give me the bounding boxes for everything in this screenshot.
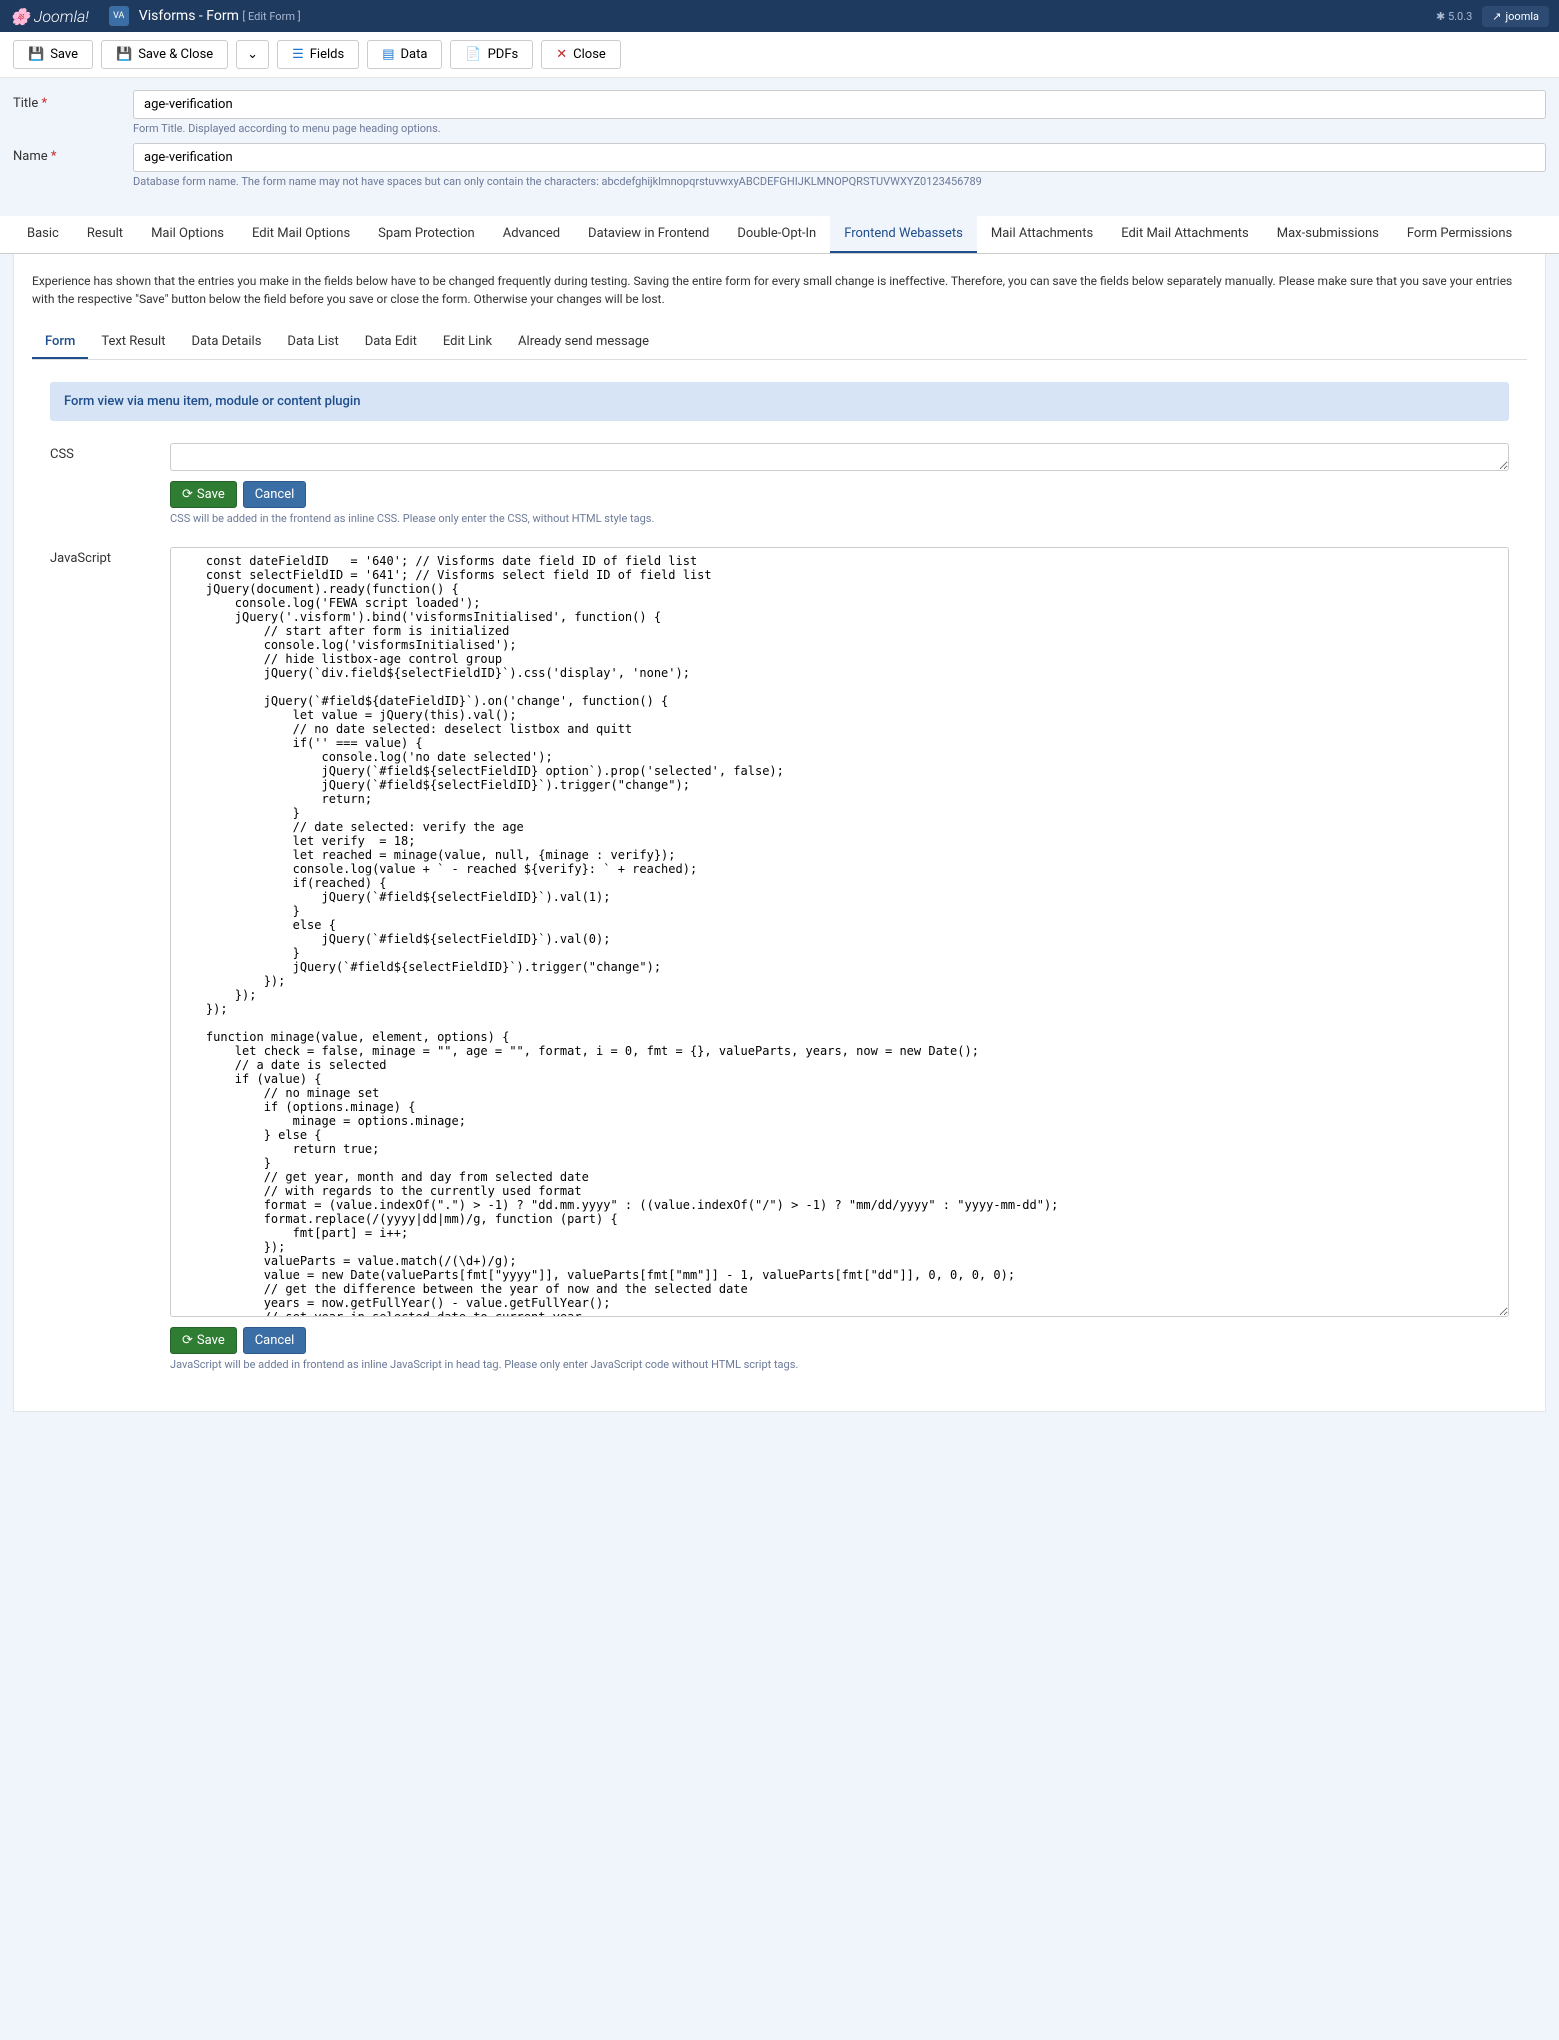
main-tab-form-permissions[interactable]: Form Permissions: [1393, 216, 1526, 253]
header-bar: 🌸 Joomla! VA Visforms - Form [ Edit Form…: [0, 0, 1559, 32]
chevron-down-icon: ⌄: [247, 47, 258, 62]
joomla-logo: 🌸 Joomla!: [10, 7, 89, 26]
css-save-button[interactable]: ⟳Save: [170, 481, 237, 508]
title-label: Title *: [13, 90, 133, 111]
main-tab-mail-options[interactable]: Mail Options: [137, 216, 238, 253]
refresh-icon: ⟳: [182, 1333, 193, 1348]
sub-tab-data-list[interactable]: Data List: [274, 326, 351, 359]
js-cancel-button[interactable]: Cancel: [243, 1327, 307, 1354]
version-label: ✱ 5.0.3: [1436, 10, 1472, 23]
css-textarea[interactable]: [170, 443, 1509, 471]
main-tab-result[interactable]: Result: [73, 216, 137, 253]
js-textarea[interactable]: [170, 547, 1509, 1317]
save-close-button[interactable]: 💾Save & Close: [101, 40, 228, 69]
main-tab-edit-mail-options[interactable]: Edit Mail Options: [238, 216, 364, 253]
css-cancel-button[interactable]: Cancel: [243, 481, 307, 508]
notice-text: Experience has shown that the entries yo…: [32, 272, 1527, 308]
sub-tabs: FormText ResultData DetailsData ListData…: [32, 326, 1527, 360]
sub-tab-data-details[interactable]: Data Details: [178, 326, 274, 359]
user-menu[interactable]: ↗ joomla: [1482, 6, 1549, 27]
sub-tab-already-send-message[interactable]: Already send message: [505, 326, 662, 359]
save-dropdown[interactable]: ⌄: [236, 40, 269, 69]
js-label: JavaScript: [50, 547, 170, 1371]
save-icon: 💾: [28, 47, 44, 62]
sub-tab-form[interactable]: Form: [32, 326, 88, 359]
pdfs-button[interactable]: 📄PDFs: [450, 40, 533, 69]
main-tab-edit-mail-attachments[interactable]: Edit Mail Attachments: [1107, 216, 1263, 253]
main-tab-advanced[interactable]: Advanced: [489, 216, 574, 253]
title-input[interactable]: [133, 90, 1546, 119]
js-help: JavaScript will be added in frontend as …: [170, 1358, 1509, 1371]
main-tab-spam-protection[interactable]: Spam Protection: [364, 216, 489, 253]
close-icon: ✕: [556, 47, 567, 62]
list-icon: ☰: [292, 47, 304, 62]
sub-tab-data-edit[interactable]: Data Edit: [352, 326, 430, 359]
file-icon: 📄: [465, 47, 481, 62]
name-input[interactable]: [133, 143, 1546, 172]
main-tab-frontend-webassets[interactable]: Frontend Webassets: [830, 216, 977, 253]
sub-tab-text-result[interactable]: Text Result: [88, 326, 178, 359]
name-help: Database form name. The form name may no…: [133, 175, 1546, 188]
fields-button[interactable]: ☰Fields: [277, 40, 359, 69]
css-label: CSS: [50, 443, 170, 525]
refresh-icon: ⟳: [182, 487, 193, 502]
sub-tab-edit-link[interactable]: Edit Link: [430, 326, 505, 359]
info-banner: Form view via menu item, module or conte…: [50, 382, 1509, 421]
title-help: Form Title. Displayed according to menu …: [133, 122, 1546, 135]
main-tab-double-opt-in[interactable]: Double-Opt-In: [723, 216, 830, 253]
app-icon: VA: [109, 6, 129, 26]
save-button[interactable]: 💾Save: [13, 40, 93, 69]
main-tabs: BasicResultMail OptionsEdit Mail Options…: [0, 216, 1559, 254]
main-tab-max-submissions[interactable]: Max-submissions: [1263, 216, 1393, 253]
data-button[interactable]: ▤Data: [367, 40, 442, 69]
js-save-button[interactable]: ⟳Save: [170, 1327, 237, 1354]
data-icon: ▤: [382, 47, 394, 62]
close-button[interactable]: ✕Close: [541, 40, 621, 69]
name-label: Name *: [13, 143, 133, 164]
css-help: CSS will be added in the frontend as inl…: [170, 512, 1509, 525]
breadcrumb: Visforms - Form [ Edit Form ]: [139, 8, 301, 24]
main-tab-basic[interactable]: Basic: [13, 216, 73, 253]
save-icon: 💾: [116, 47, 132, 62]
main-tab-dataview-in-frontend[interactable]: Dataview in Frontend: [574, 216, 723, 253]
toolbar: 💾Save 💾Save & Close ⌄ ☰Fields ▤Data 📄PDF…: [0, 32, 1559, 78]
main-tab-mail-attachments[interactable]: Mail Attachments: [977, 216, 1107, 253]
